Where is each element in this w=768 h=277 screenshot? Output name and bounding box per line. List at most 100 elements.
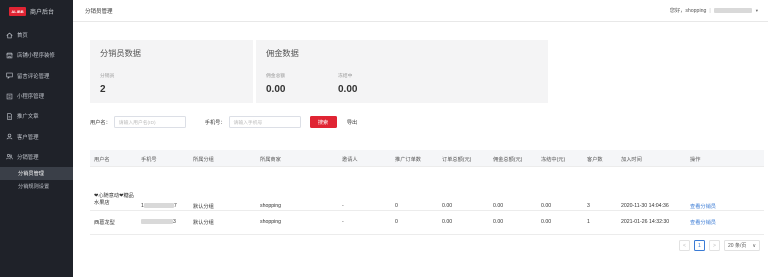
- filter-bar: 用户名： 请输入用户名(ID) 手机号： 请输入手机号 搜索 导出: [90, 116, 366, 128]
- frozen-cell: 0.00: [541, 203, 552, 209]
- stat-label: 分销员: [100, 74, 115, 79]
- username-cell: ❤心随意动❤糖品水果店: [94, 193, 134, 206]
- article-icon: [6, 113, 13, 120]
- phone-label: 手机号：: [204, 119, 226, 126]
- stat-value: 0.00: [338, 84, 358, 95]
- column-header: 订单总额(元): [442, 157, 472, 163]
- placeholder: 请输入手机号: [233, 120, 263, 126]
- frozen-cell: 0.00: [541, 219, 552, 225]
- inviter-cell: -: [342, 219, 344, 225]
- page-size-value: 20 条/页: [728, 243, 747, 249]
- brand: ALIBB 商户后台: [0, 0, 73, 22]
- customer-icon: [6, 133, 13, 140]
- mini-program-icon: [6, 93, 13, 100]
- column-header: 加入时间: [621, 157, 642, 163]
- order-total-cell: 0.00: [442, 203, 453, 209]
- group-cell: 默认分组: [193, 204, 214, 210]
- search-button[interactable]: 搜索: [309, 116, 337, 128]
- group-cell: 默认分组: [193, 220, 214, 226]
- sidebar-subitem-distributor-management[interactable]: 分销员管理: [0, 167, 73, 181]
- orders-cell: 0: [395, 203, 398, 209]
- order-total-cell: 0.00: [442, 219, 453, 225]
- logo: ALIBB: [9, 6, 26, 16]
- sidebar-item-label: 首页: [17, 33, 28, 40]
- username-cell: 西葛龙型: [94, 220, 115, 226]
- sidebar-subitem-distribution-rules[interactable]: 分销规则设置: [0, 180, 73, 193]
- pagination: < 1 > 20 条/页 ∨: [679, 240, 760, 251]
- column-header: 所属分组: [193, 157, 214, 163]
- user-menu[interactable]: 您好，shopping | 18000000000 ▾: [669, 7, 758, 15]
- sidebar-item-comments[interactable]: 留言评论管理: [0, 66, 73, 86]
- masked-phone: [141, 219, 173, 225]
- sidebar-item-label: 留言评论管理: [17, 73, 50, 80]
- home-icon: [6, 32, 13, 39]
- stat-label: 佣金总额: [266, 74, 286, 79]
- page-size-select[interactable]: 20 条/页 ∨: [724, 240, 760, 251]
- commission-total-cell: 0.00: [493, 203, 504, 209]
- column-header: 佣金总额(元): [493, 157, 523, 163]
- sidebar-item-home[interactable]: 首页: [0, 25, 73, 45]
- sidebar: ALIBB 商户后台 首页 店铺小程序装修 留言评论管理 小程序管理 推广文章 …: [0, 0, 73, 277]
- stat-value: 2: [100, 84, 106, 95]
- customers-cell: 3: [587, 203, 590, 209]
- phone-cell: 3: [141, 219, 176, 225]
- sidebar-item-articles[interactable]: 推广文章: [0, 106, 73, 126]
- distributor-table: 用户名 手机号 所属分组 所属商家 邀请人 推广订单数 订单总额(元) 佣金总额…: [90, 150, 764, 235]
- username-input[interactable]: 请输入用户名(ID): [113, 116, 186, 128]
- card-title: 佣金数据: [266, 49, 299, 58]
- column-header: 冻结中(元): [541, 157, 566, 163]
- joined-cell: 2021-01-26 14:32:30: [621, 219, 670, 225]
- card-title: 分销员数据: [100, 49, 141, 58]
- column-header: 客户数: [587, 157, 603, 163]
- prev-page-button[interactable]: <: [679, 240, 690, 251]
- top-bar: 分销员管理 您好，shopping | 18000000000 ▾: [73, 0, 768, 22]
- next-page-button[interactable]: >: [709, 240, 720, 251]
- chevron-down-icon: ▾: [755, 7, 758, 13]
- customers-cell: 1: [587, 219, 590, 225]
- sidebar-nav: 首页 店铺小程序装修 留言评论管理 小程序管理 推广文章 客户管理 分销管理 分…: [0, 25, 73, 193]
- sidebar-item-customers[interactable]: 客户管理: [0, 126, 73, 146]
- commission-stats-card: 佣金数据 佣金总额 0.00 冻结中 0.00: [256, 40, 548, 103]
- phone-cell: 17: [141, 203, 177, 209]
- column-header: 所属商家: [260, 157, 281, 163]
- phone-input[interactable]: 请输入手机号: [228, 116, 301, 128]
- column-header: 用户名: [94, 157, 110, 163]
- account-masked: 18000000000: [713, 8, 752, 13]
- distributor-stats-card: 分销员数据 分销员 2: [90, 40, 253, 103]
- orders-cell: 0: [395, 219, 398, 225]
- stat-label: 冻结中: [338, 74, 353, 79]
- table-row: ❤心随意动❤糖品水果店 17 默认分组 shopping - 0 0.00 0.…: [90, 167, 764, 211]
- export-button[interactable]: 导出: [339, 116, 366, 128]
- table-header: 用户名 手机号 所属分组 所属商家 邀请人 推广订单数 订单总额(元) 佣金总额…: [90, 150, 764, 167]
- divider: |: [709, 7, 711, 14]
- view-distributor-link[interactable]: 查看分销员: [690, 219, 716, 226]
- distribution-icon: [6, 153, 13, 160]
- column-header: 邀请人: [342, 157, 358, 163]
- table-row: 西葛龙型 3 默认分组 shopping - 0 0.00 0.00 0.00 …: [90, 211, 764, 235]
- masked-phone: [143, 203, 174, 209]
- column-header: 操作: [690, 157, 701, 163]
- username-label: 用户名：: [90, 119, 111, 126]
- sidebar-item-label: 客户管理: [17, 134, 39, 141]
- comment-icon: [6, 72, 13, 80]
- store-icon: [6, 52, 13, 59]
- placeholder: 请输入用户名(ID): [118, 120, 156, 126]
- column-header: 手机号: [141, 157, 157, 163]
- sidebar-item-label: 店铺小程序装修: [17, 53, 55, 60]
- inviter-cell: -: [342, 203, 344, 209]
- sidebar-item-distribution[interactable]: 分销管理: [0, 147, 73, 167]
- sidebar-item-label: 推广文章: [17, 114, 39, 121]
- sidebar-item-store-decoration[interactable]: 店铺小程序装修: [0, 45, 73, 65]
- greeting: 您好，shopping: [669, 8, 707, 14]
- merchant-cell: shopping: [260, 219, 282, 225]
- chevron-down-icon: ∨: [752, 242, 756, 249]
- view-distributor-link[interactable]: 查看分销员: [690, 203, 716, 210]
- commission-total-cell: 0.00: [493, 219, 504, 225]
- column-header: 推广订单数: [395, 157, 421, 163]
- sidebar-item-label: 小程序管理: [17, 94, 44, 101]
- breadcrumb: 分销员管理: [85, 8, 113, 15]
- merchant-cell: shopping: [260, 203, 282, 209]
- page-number-current[interactable]: 1: [694, 240, 705, 251]
- sidebar-item-label: 分销管理: [17, 154, 39, 161]
- sidebar-item-mini-program[interactable]: 小程序管理: [0, 86, 73, 106]
